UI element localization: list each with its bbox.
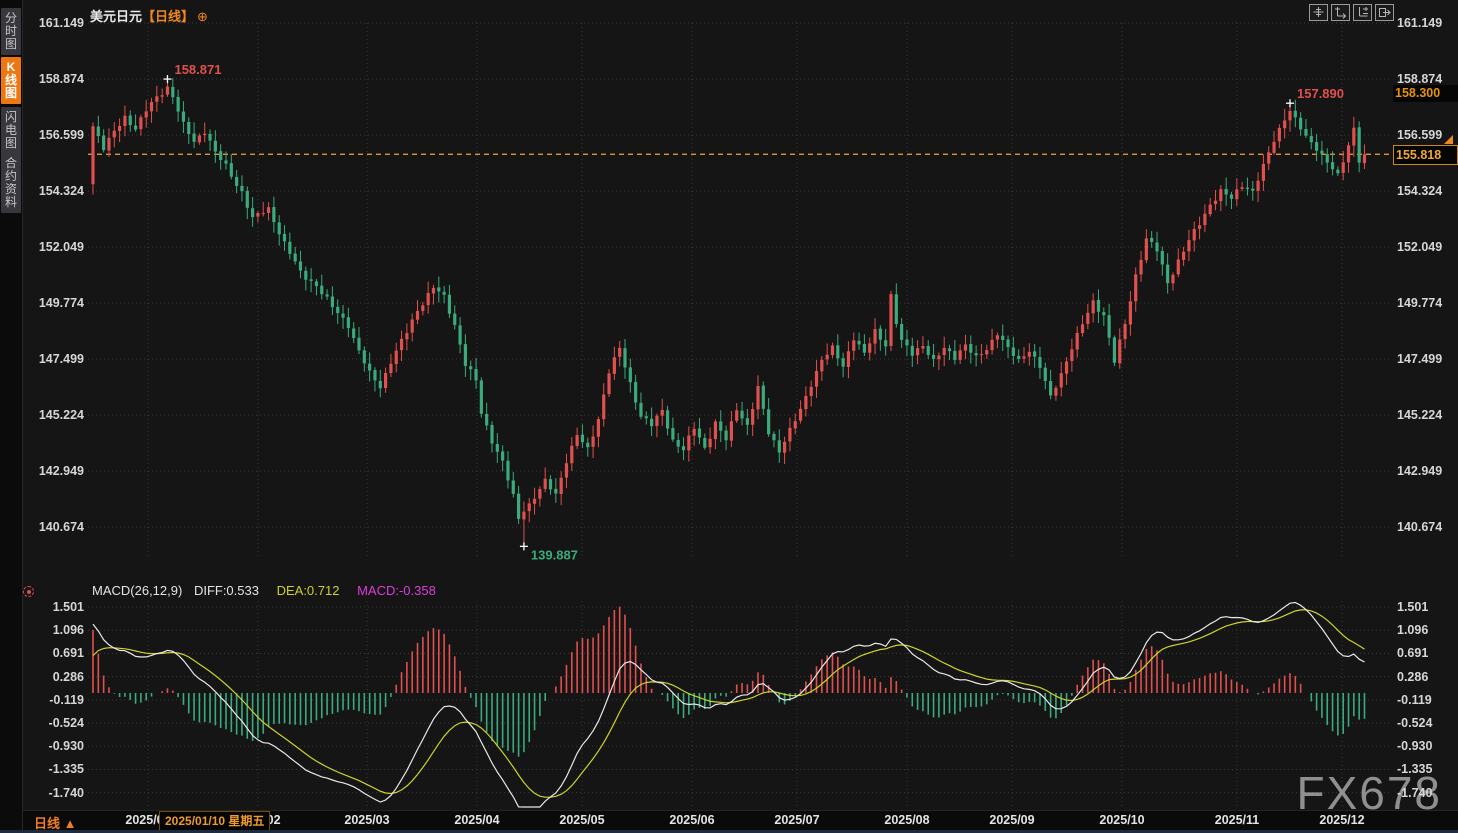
latest-price-arrow-icon[interactable] [1444,135,1453,144]
annotation-157.890: 157.890 [1297,86,1344,101]
macd-tick-right: 0.286 [1397,669,1428,685]
sidebar-tab-2[interactable]: K线图 [1,57,21,104]
axis-scale-right-icon[interactable] [1353,4,1372,21]
price-tick-right: 147.499 [1397,351,1442,367]
price-tick-right: 140.674 [1397,519,1442,535]
chart-canvas[interactable]: 158.871 157.890 139.887 [0,0,1458,833]
sidebar: 分时图K线图闪电图合约资料 [0,0,23,833]
month-label-2025-09: 2025/09 [989,813,1034,827]
chart-settings-icon[interactable]: ⊕ [197,9,208,24]
last-price-label: 155.818 [1393,145,1458,165]
macd-settings-icon[interactable] [23,586,34,597]
price-tick-right: 142.949 [1397,463,1442,479]
month-label-2025-04: 2025/04 [454,813,499,827]
price-tick-right: 149.774 [1397,295,1442,311]
month-label-2025-03: 2025/03 [344,813,389,827]
month-label-2025-08: 2025/08 [884,813,929,827]
toolbar [1309,4,1394,21]
macd-tick-right: 1.501 [1397,599,1428,615]
macd-tick-right: 1.096 [1397,622,1428,638]
price-tick-right: 161.149 [1397,15,1442,31]
month-label-2025-12: 2025/12 [1319,813,1364,827]
macd-dea-value: DEA:0.712 [277,583,340,598]
price-tick-right: 152.049 [1397,239,1442,255]
macd-tick-right: -0.119 [1397,692,1432,708]
axis-scale-left-icon[interactable] [1331,4,1350,21]
date-tooltip: 2025/01/10 星期五 [159,811,270,831]
month-label-2025-10: 2025/10 [1099,813,1144,827]
macd-tick-right: -0.524 [1397,715,1432,731]
sidebar-tab-3[interactable]: 闪电图 [1,107,21,154]
macd-value: MACD:-0.358 [357,583,436,598]
annotation-158.871: 158.871 [174,62,221,77]
price-tick-right: 154.324 [1397,183,1442,199]
macd-header: MACD(26,12,9) DIFF:0.533 DEA:0.712 MACD:… [92,583,436,598]
reference-price-label: 158.300 [1393,85,1458,102]
trading-app: { "header": { "title": "美元日元", "period_t… [0,0,1458,833]
period-tag: 【日线】 [142,9,194,24]
macd-tick-right: -1.740 [1397,785,1432,801]
macd-tick-right: -0.930 [1397,738,1432,754]
pan-to-latest-icon[interactable] [1375,4,1394,21]
price-tick-right: 145.224 [1397,407,1442,423]
x-axis-bar: 日线 ▲ 2025/01/10 星期五 2025/012025/022025/0… [0,810,1458,831]
up-triangle-icon: ▲ [64,816,77,831]
month-label-2025-06: 2025/06 [669,813,714,827]
macd-tick-right: 0.691 [1397,645,1428,661]
annotation-139.887: 139.887 [531,547,578,562]
month-label-2025-07: 2025/07 [774,813,819,827]
symbol-title: 美元日元 [90,9,142,24]
crosshair-icon[interactable] [1309,4,1328,21]
month-label-2025-05: 2025/05 [559,813,604,827]
macd-diff-value: DIFF:0.533 [194,583,259,598]
sidebar-tab-1[interactable]: 分时图 [1,8,21,55]
macd-formula: MACD(26,12,9) [92,583,182,598]
month-label-2025-11: 2025/11 [1215,813,1260,827]
macd-tick-right: -1.335 [1397,761,1432,777]
chart-header: 美元日元【日线】⊕ [90,6,208,25]
price-tick-right: 156.599 [1397,127,1442,143]
sidebar-tab-4[interactable]: 合约资料 [1,153,21,213]
